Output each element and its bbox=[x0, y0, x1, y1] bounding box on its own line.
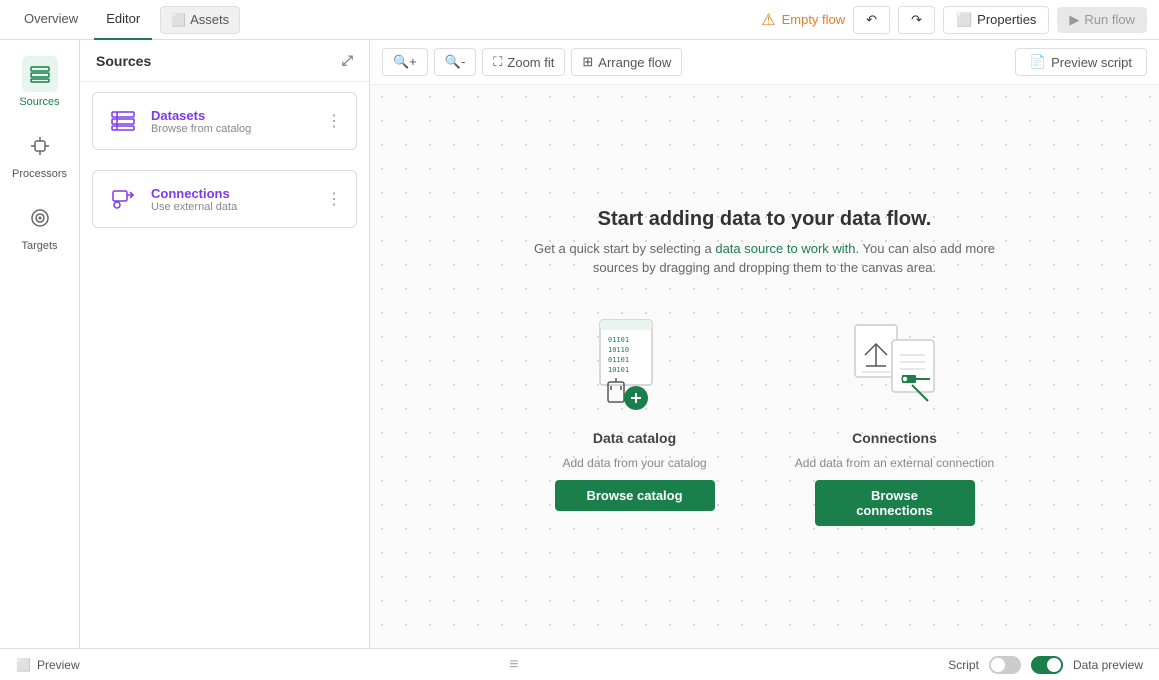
tab-assets[interactable]: ⬜ Assets bbox=[160, 6, 240, 34]
top-nav: Overview Editor ⬜ Assets ⚠ Empty flow ↶ … bbox=[0, 0, 1159, 40]
targets-icon-box bbox=[22, 200, 58, 236]
undo-button[interactable]: ↶ bbox=[853, 6, 890, 34]
properties-icon: ⬜ bbox=[956, 12, 972, 28]
sidebar-item-targets[interactable]: Targets bbox=[2, 192, 78, 260]
data-preview-slider bbox=[1031, 656, 1063, 674]
sidebar: Sources Processors bbox=[0, 40, 80, 648]
preview-toggle[interactable]: ⬜ Preview bbox=[16, 658, 80, 672]
script-label: Script bbox=[948, 658, 979, 672]
sidebar-item-processors[interactable]: Processors bbox=[2, 120, 78, 188]
data-source-link[interactable]: data source to work with bbox=[715, 241, 855, 256]
data-preview-toggle[interactable] bbox=[1031, 656, 1063, 674]
datasets-icon bbox=[107, 105, 139, 137]
zoom-in-icon: 🔍+ bbox=[393, 54, 417, 70]
script-icon: 📄 bbox=[1030, 54, 1046, 70]
catalog-label: Data catalog bbox=[593, 430, 676, 446]
empty-state-title: Start adding data to your data flow. bbox=[455, 208, 1075, 231]
zoom-out-icon: 🔍- bbox=[445, 54, 466, 70]
data-catalog-option: 01101 10110 01101 10101 bbox=[535, 310, 735, 526]
zoom-fit-icon: ⛶ bbox=[493, 54, 502, 70]
svg-text:10101: 10101 bbox=[608, 366, 629, 374]
svg-text:01101: 01101 bbox=[608, 336, 629, 344]
zoom-out-button[interactable]: 🔍- bbox=[434, 48, 477, 76]
processors-icon-box bbox=[22, 128, 58, 164]
nav-right: ⚠ Empty flow ↶ ↷ ⬜ Properties ▶ Run flow bbox=[761, 6, 1147, 34]
canvas-content: Start adding data to your data flow. Get… bbox=[370, 85, 1159, 648]
canvas-toolbar: 🔍+ 🔍- ⛶ Zoom fit ⊞ Arrange flow 📄 Previe… bbox=[370, 40, 1159, 85]
tab-editor[interactable]: Editor bbox=[94, 0, 152, 40]
options-row: 01101 10110 01101 10101 bbox=[455, 310, 1075, 526]
sources-panel-header: Sources ⤢ bbox=[80, 40, 369, 82]
main-layout: Sources Processors bbox=[0, 40, 1159, 648]
sources-panel: Sources ⤢ Datasets Browse from catalog ⋮ bbox=[80, 40, 370, 648]
empty-state-description: Get a quick start by selecting a data so… bbox=[455, 239, 1075, 278]
bottom-bar: ⬜ Preview ≡ Script Data preview bbox=[0, 648, 1159, 680]
connections-label: Connections bbox=[852, 430, 937, 446]
browse-connections-button[interactable]: Browse connections bbox=[815, 480, 975, 526]
arrange-icon: ⊞ bbox=[582, 54, 593, 70]
datasets-text: Datasets Browse from catalog bbox=[151, 108, 314, 135]
zoom-fit-button[interactable]: ⛶ Zoom fit bbox=[482, 48, 565, 76]
expand-icon[interactable]: ⤢ bbox=[342, 52, 353, 69]
warning-icon: ⚠ bbox=[761, 10, 775, 30]
svg-text:01101: 01101 bbox=[608, 356, 629, 364]
connections-illustration bbox=[840, 310, 950, 420]
data-catalog-illustration: 01101 10110 01101 10101 bbox=[580, 310, 690, 420]
connections-sub: Add data from an external connection bbox=[795, 456, 994, 470]
play-icon: ▶ bbox=[1069, 12, 1079, 28]
processors-icon bbox=[29, 135, 51, 157]
connections-card[interactable]: Connections Use external data ⋮ bbox=[92, 170, 357, 228]
zoom-in-button[interactable]: 🔍+ bbox=[382, 48, 428, 76]
bottom-right-controls: Script Data preview bbox=[948, 656, 1143, 674]
catalog-sub: Add data from your catalog bbox=[562, 456, 706, 470]
run-flow-button[interactable]: ▶ Run flow bbox=[1057, 7, 1147, 33]
svg-text:10110: 10110 bbox=[608, 346, 629, 354]
connections-text: Connections Use external data bbox=[151, 186, 314, 213]
redo-button[interactable]: ↷ bbox=[898, 6, 935, 34]
tab-overview[interactable]: Overview bbox=[12, 0, 90, 40]
data-preview-label: Data preview bbox=[1073, 658, 1143, 672]
connections-option: Connections Add data from an external co… bbox=[795, 310, 995, 526]
sources-icon bbox=[29, 63, 51, 85]
empty-state-card: Start adding data to your data flow. Get… bbox=[455, 208, 1075, 526]
preview-icon: ⬜ bbox=[16, 658, 31, 672]
arrange-flow-button[interactable]: ⊞ Arrange flow bbox=[571, 48, 682, 76]
sidebar-item-sources[interactable]: Sources bbox=[2, 48, 78, 116]
empty-flow-badge: ⚠ Empty flow bbox=[761, 10, 845, 30]
sources-icon-box bbox=[22, 56, 58, 92]
connections-icon bbox=[107, 183, 139, 215]
properties-button[interactable]: ⬜ Properties bbox=[943, 6, 1049, 34]
targets-icon bbox=[29, 207, 51, 229]
script-toggle[interactable] bbox=[989, 656, 1021, 674]
preview-script-button[interactable]: 📄 Preview script bbox=[1015, 48, 1147, 76]
drag-handle[interactable]: ≡ bbox=[509, 656, 518, 674]
connections-menu-icon[interactable]: ⋮ bbox=[326, 189, 342, 209]
datasets-card[interactable]: Datasets Browse from catalog ⋮ bbox=[92, 92, 357, 150]
script-slider bbox=[989, 656, 1021, 674]
datasets-menu-icon[interactable]: ⋮ bbox=[326, 111, 342, 131]
canvas-area: 🔍+ 🔍- ⛶ Zoom fit ⊞ Arrange flow 📄 Previe… bbox=[370, 40, 1159, 648]
browse-catalog-button[interactable]: Browse catalog bbox=[555, 480, 715, 511]
